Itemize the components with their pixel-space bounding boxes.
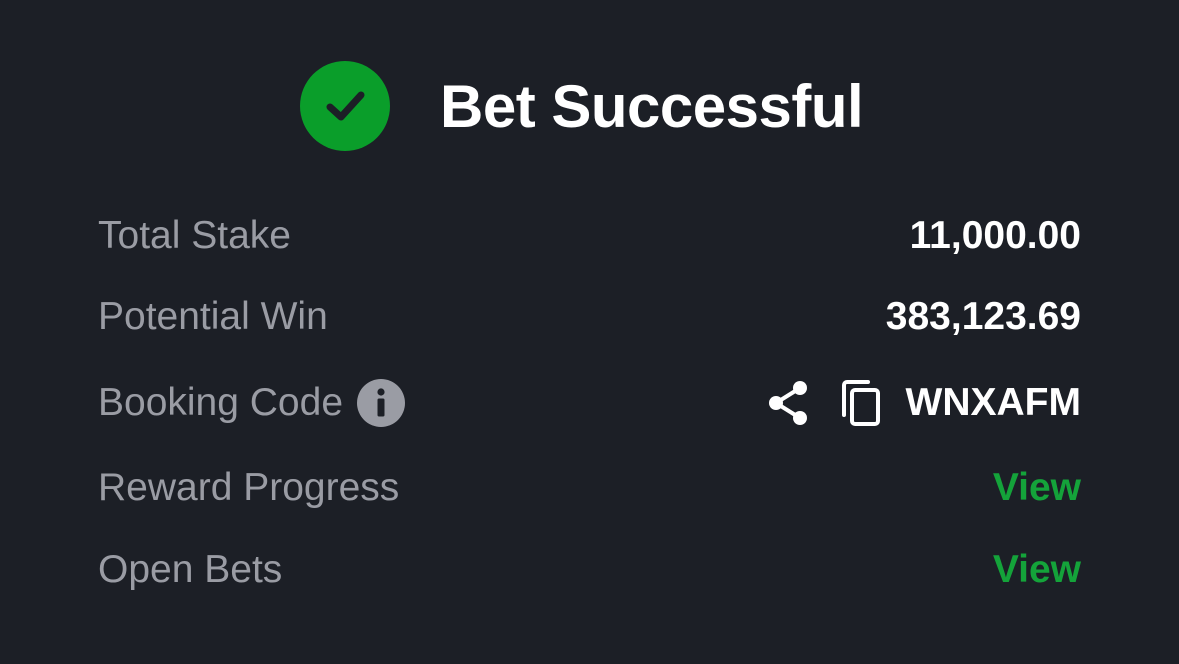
booking-code-row: Booking Code WNXAFM xyxy=(98,373,1081,433)
booking-code-label: Booking Code xyxy=(98,381,344,424)
open-bets-row: Open Bets View xyxy=(98,540,1081,600)
success-header: Bet Successful xyxy=(300,60,864,152)
page-title: Bet Successful xyxy=(440,72,864,140)
potential-win-label: Potential Win xyxy=(98,295,328,338)
share-icon[interactable] xyxy=(766,379,810,427)
total-stake-value: 11,000.00 xyxy=(909,214,1081,257)
booking-code-value-group: WNXAFM xyxy=(766,379,1081,427)
bet-success-panel: Bet Successful Total Stake 11,000.00 Pot… xyxy=(0,0,1179,664)
open-bets-view-link[interactable]: View xyxy=(993,548,1081,592)
potential-win-row: Potential Win 383,123.69 xyxy=(98,287,1081,347)
booking-code-label-group: Booking Code xyxy=(98,379,406,427)
reward-progress-row: Reward Progress View xyxy=(98,458,1081,518)
info-icon[interactable] xyxy=(357,379,406,427)
total-stake-label: Total Stake xyxy=(98,214,291,257)
reward-progress-label: Reward Progress xyxy=(98,466,400,509)
potential-win-value: 383,123.69 xyxy=(885,295,1081,338)
reward-progress-view-link[interactable]: View xyxy=(993,466,1081,510)
check-circle-icon xyxy=(300,61,390,151)
copy-icon[interactable] xyxy=(840,379,882,427)
total-stake-row: Total Stake 11,000.00 xyxy=(98,206,1081,266)
booking-code-value[interactable]: WNXAFM xyxy=(906,381,1081,425)
open-bets-label: Open Bets xyxy=(98,548,283,591)
